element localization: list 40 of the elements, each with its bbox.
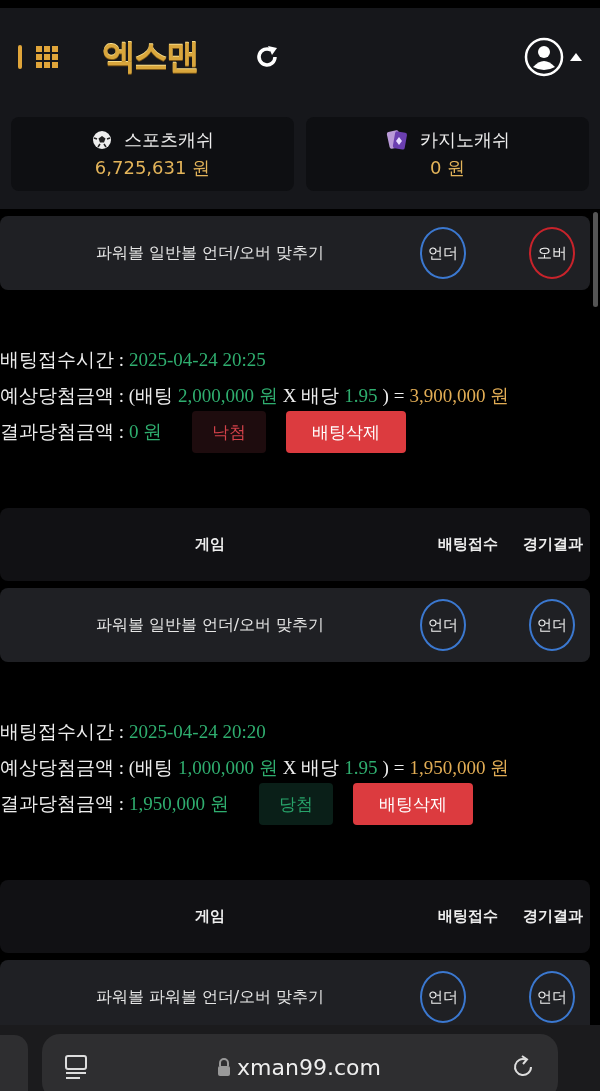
caret-icon[interactable] bbox=[570, 52, 582, 61]
game-title: 파워볼 일반볼 언더/오버 맞추기 bbox=[94, 242, 326, 264]
bet-info-text: 결과당첨금액 : 0 원 bbox=[0, 420, 164, 444]
game-title: 파워볼 파워볼 언더/오버 맞추기 bbox=[94, 986, 326, 1008]
pick-button[interactable]: 언더 bbox=[420, 599, 466, 651]
user-avatar-icon[interactable] bbox=[524, 36, 564, 77]
wallet-label: 스포츠캐쉬 bbox=[123, 128, 214, 152]
address-bar[interactable]: xman99.com bbox=[42, 1034, 558, 1091]
bet-info-text: 예상당첨금액 : (배팅 2,000,000 원 X 배당 1.95 ) = 3,900,000 원 bbox=[0, 384, 511, 408]
playing-cards-icon bbox=[385, 128, 408, 152]
lock-icon bbox=[217, 1058, 232, 1076]
bet-info-text: 예상당첨금액 : (배팅 1,000,000 원 X 배당 1.95 ) = 1,950,000 원 bbox=[0, 756, 511, 780]
result-badge: 낙첨 bbox=[192, 411, 267, 453]
delete-bet-button[interactable]: 배팅삭제 bbox=[286, 411, 407, 453]
column-header: 경기결과 bbox=[521, 907, 584, 926]
grid-menu-icon[interactable] bbox=[36, 45, 58, 68]
column-header: 배팅접수 bbox=[436, 907, 499, 926]
column-header: 게임 bbox=[194, 535, 226, 554]
pick-button[interactable]: 언더 bbox=[529, 599, 575, 651]
page-menu-icon[interactable] bbox=[64, 1054, 88, 1080]
wallet-amount: 0 원 bbox=[429, 156, 466, 180]
bet-info-text: 배팅접수시간 : 2025-04-24 20:25 bbox=[0, 348, 267, 372]
wallet-amount: 6,725,631 원 bbox=[94, 156, 211, 180]
column-header: 경기결과 bbox=[521, 535, 584, 554]
pick-button[interactable]: 언더 bbox=[420, 227, 466, 279]
url-text: xman99.com bbox=[237, 1054, 381, 1080]
delete-bet-button[interactable]: 배팅삭제 bbox=[352, 783, 473, 825]
site-logo[interactable]: 엑스맨 bbox=[102, 33, 198, 80]
result-badge: 당첨 bbox=[258, 783, 333, 825]
bet-info-text: 결과당첨금액 : 1,950,000 원 bbox=[0, 792, 230, 816]
pick-button[interactable]: 언더 bbox=[420, 971, 466, 1023]
soccer-ball-icon bbox=[91, 130, 112, 150]
wallet-label: 카지노캐쉬 bbox=[419, 128, 510, 152]
column-header: 게임 bbox=[194, 907, 226, 926]
game-title: 파워볼 일반볼 언더/오버 맞추기 bbox=[94, 614, 326, 636]
refresh-icon[interactable] bbox=[254, 43, 280, 70]
bet-info-text: 배팅접수시간 : 2025-04-24 20:20 bbox=[0, 720, 267, 744]
pick-button[interactable]: 오버 bbox=[529, 227, 575, 279]
pick-button[interactable]: 언더 bbox=[529, 971, 575, 1023]
column-header: 배팅접수 bbox=[436, 535, 499, 554]
